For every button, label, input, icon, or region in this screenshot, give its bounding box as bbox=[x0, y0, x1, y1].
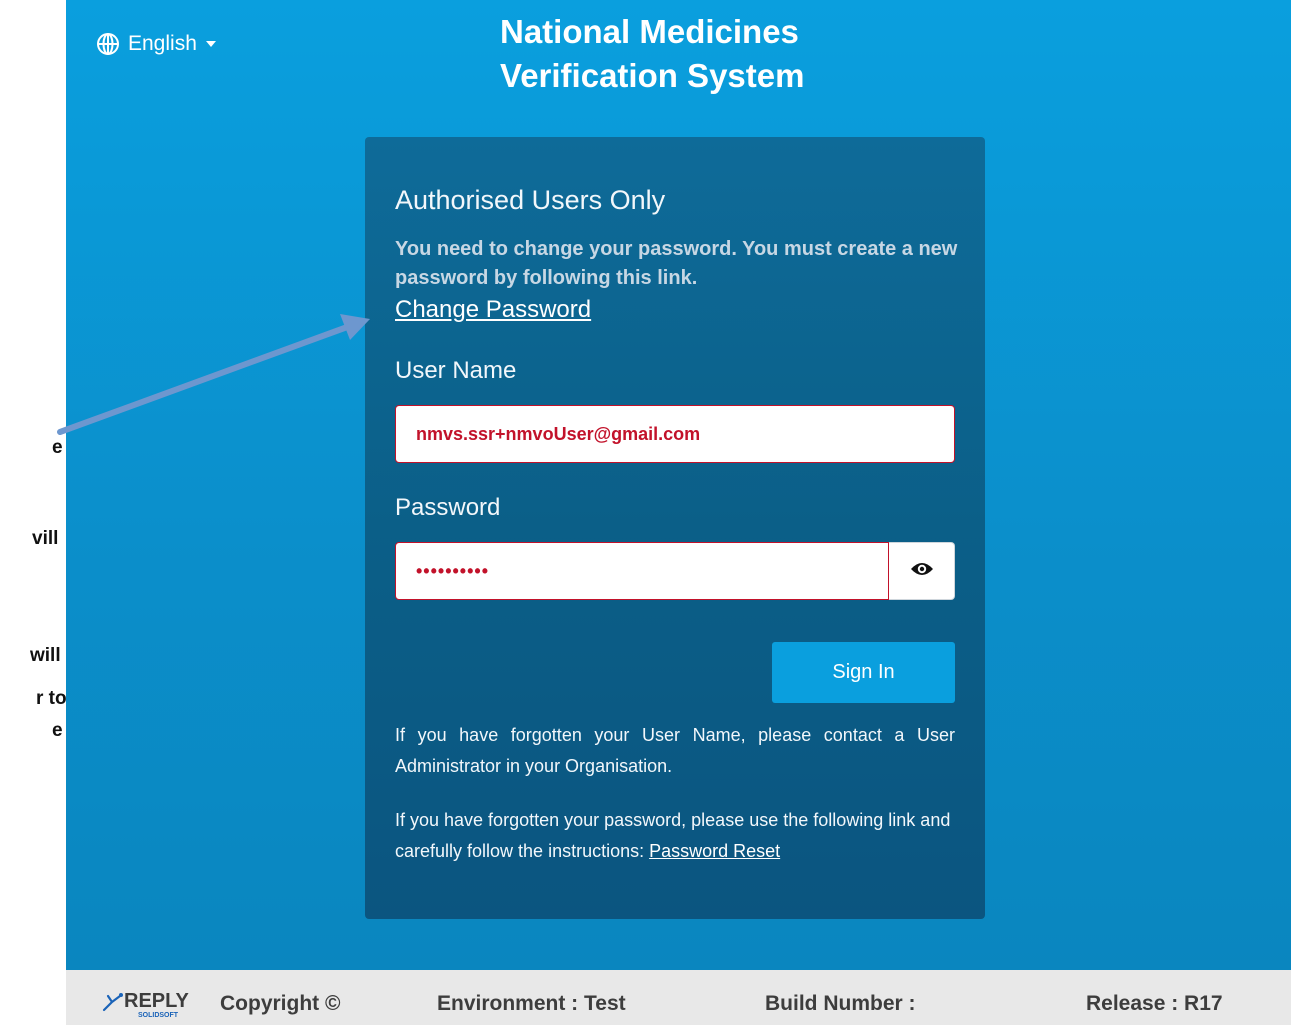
reply-logo-sub: SOLIDSOFT bbox=[138, 1012, 179, 1019]
annotation-fragment: r to bbox=[36, 688, 66, 709]
change-password-link[interactable]: Change Password bbox=[395, 296, 591, 324]
app-background: English National Medicines Verification … bbox=[66, 0, 1291, 970]
username-input[interactable] bbox=[395, 405, 955, 463]
footer: REPLY SOLIDSOFT Copyright © Environment … bbox=[66, 970, 1291, 1025]
release-text: Release : R17 bbox=[1086, 992, 1223, 1015]
page-title-line-1: National Medicines bbox=[500, 13, 799, 50]
login-panel: Authorised Users Only You need to change… bbox=[365, 137, 985, 919]
language-label: English bbox=[128, 32, 197, 55]
password-reset-link[interactable]: Password Reset bbox=[649, 841, 780, 861]
password-input[interactable] bbox=[395, 542, 889, 600]
password-label: Password bbox=[395, 494, 501, 521]
eye-icon bbox=[910, 561, 934, 582]
show-password-button[interactable] bbox=[889, 542, 955, 600]
annotation-fragment: vill bbox=[32, 528, 59, 549]
page-title-line-2: Verification System bbox=[500, 57, 805, 94]
copyright-text: Copyright © bbox=[220, 992, 341, 1015]
reply-logo: REPLY SOLIDSOFT bbox=[102, 990, 202, 1024]
forgot-username-help: If you have forgotten your User Name, pl… bbox=[395, 725, 955, 776]
annotation-fragment: will bbox=[30, 645, 61, 666]
environment-text: Environment : Test bbox=[437, 992, 626, 1015]
password-change-notice: You need to change your password. You mu… bbox=[395, 238, 958, 289]
login-heading: Authorised Users Only bbox=[395, 185, 666, 215]
annotation-fragment: e bbox=[52, 720, 63, 741]
page-title: National Medicines Verification System bbox=[500, 10, 938, 98]
caret-down-icon bbox=[205, 40, 217, 48]
reply-logo-word: REPLY bbox=[124, 990, 189, 1012]
annotation-fragment: e bbox=[52, 437, 63, 458]
language-selector[interactable]: English bbox=[96, 32, 217, 56]
username-label: User Name bbox=[395, 357, 517, 384]
build-number-text: Build Number : bbox=[765, 992, 916, 1015]
forgot-password-help: If you have forgotten your password, ple… bbox=[395, 805, 955, 867]
globe-icon bbox=[96, 32, 120, 56]
annotation-strip: e vill will r to e bbox=[0, 0, 66, 1025]
sign-in-button[interactable]: Sign In bbox=[772, 642, 955, 703]
